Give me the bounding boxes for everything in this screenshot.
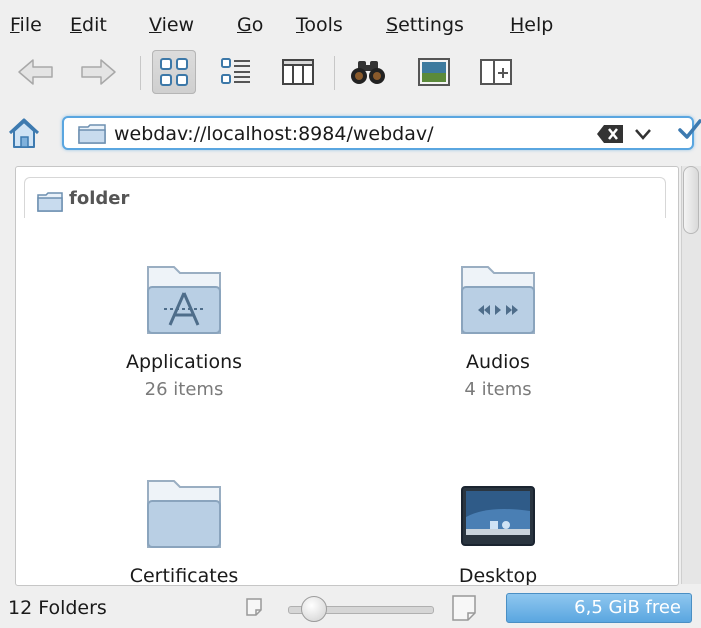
file-item-name: Applications: [125, 351, 243, 373]
menu-view[interactable]: View: [149, 14, 194, 36]
applications-folder-icon: [147, 266, 221, 334]
columns-view-button[interactable]: [276, 50, 320, 94]
split-view-icon: [480, 59, 512, 85]
file-item-certificates[interactable]: Certificates: [74, 477, 294, 586]
menu-tools[interactable]: Tools: [296, 14, 343, 36]
binoculars-icon: [351, 61, 385, 84]
file-item-name: Desktop: [458, 565, 538, 586]
menu-go[interactable]: Go: [237, 14, 263, 36]
zoom-out-icon[interactable]: [246, 598, 262, 616]
folder-icon: [78, 124, 106, 144]
file-item-name: Certificates: [129, 565, 239, 586]
details-view-button[interactable]: [214, 50, 258, 94]
toolbar-separator: [334, 56, 335, 90]
back-button[interactable]: [14, 50, 58, 94]
forward-arrow-icon: [81, 59, 116, 85]
file-item-name: Audios: [466, 351, 530, 373]
back-arrow-icon: [18, 59, 53, 85]
forward-button[interactable]: [76, 50, 120, 94]
home-icon: [8, 118, 40, 148]
preview-icon: [418, 58, 450, 86]
file-view[interactable]: folder Applications 26 items Audios 4 it…: [15, 166, 679, 586]
menu-help[interactable]: Help: [510, 14, 553, 36]
file-item-audios[interactable]: Audios 4 items: [388, 263, 608, 413]
go-check-icon[interactable]: [678, 118, 701, 140]
details-view-icon: [221, 58, 250, 84]
chevron-down-icon[interactable]: [634, 126, 652, 142]
clear-text-icon[interactable]: [596, 124, 624, 144]
icons-view-button[interactable]: [152, 50, 196, 94]
split-button[interactable]: [474, 50, 518, 94]
home-button[interactable]: [7, 116, 41, 150]
file-item-count: 4 items: [464, 379, 532, 400]
location-bar: webdav://localhost:8984/webdav/: [0, 110, 701, 158]
folder-header: folder: [24, 177, 666, 218]
columns-view-icon: [282, 59, 314, 85]
folder-icon: [37, 192, 63, 212]
find-button[interactable]: [346, 50, 390, 94]
location-text[interactable]: webdav://localhost:8984/webdav/: [114, 123, 433, 145]
menu-file[interactable]: File: [10, 14, 42, 36]
file-item-applications[interactable]: Applications 26 items: [74, 263, 294, 413]
free-space-indicator[interactable]: 6,5 GiB free: [506, 593, 692, 623]
desktop-folder-icon: [461, 486, 535, 546]
file-item-desktop[interactable]: Desktop: [388, 477, 608, 586]
audio-folder-icon: [461, 266, 535, 334]
zoom-slider-handle[interactable]: [300, 596, 327, 622]
icons-view-icon: [160, 58, 188, 86]
folder-title: folder: [69, 188, 130, 209]
preview-button[interactable]: [412, 50, 456, 94]
file-item-count: 26 items: [144, 379, 224, 400]
main-toolbar: [0, 44, 701, 104]
scrollbar-thumb[interactable]: [683, 166, 699, 234]
menu-bar: File Edit View Go Tools Settings Help: [0, 0, 701, 44]
menu-edit[interactable]: Edit: [70, 14, 107, 36]
toolbar-separator: [140, 56, 141, 90]
menu-settings[interactable]: Settings: [386, 14, 464, 36]
zoom-in-icon[interactable]: [452, 595, 476, 621]
status-bar: 12 Folders 6,5 GiB free: [0, 588, 701, 628]
status-summary: 12 Folders: [8, 597, 107, 619]
location-input[interactable]: webdav://localhost:8984/webdav/: [62, 116, 694, 150]
folder-icon: [147, 480, 221, 548]
